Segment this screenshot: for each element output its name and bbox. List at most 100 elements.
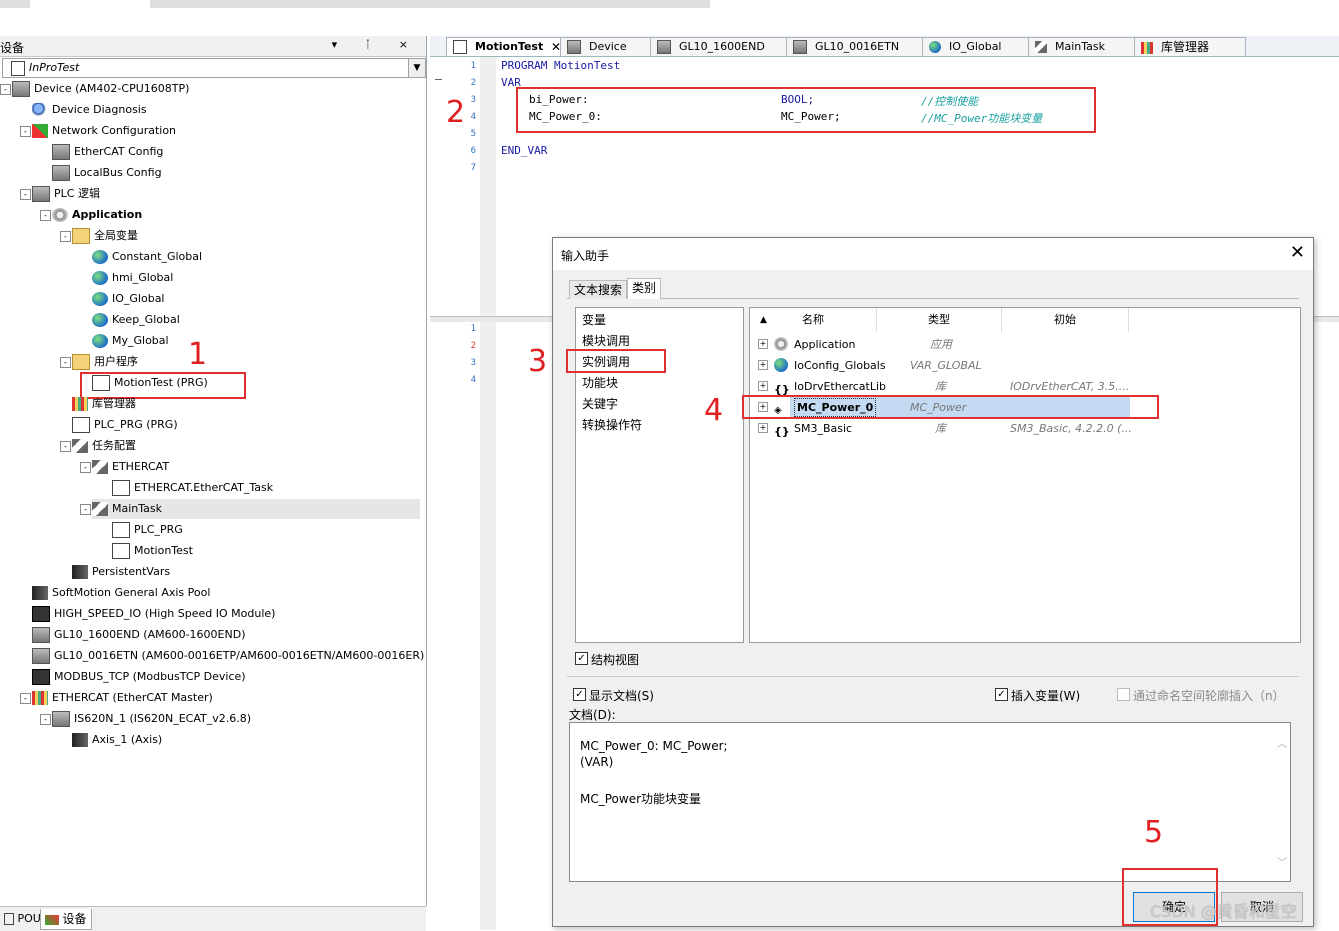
tree-item[interactable]: - 全局变量 (60, 226, 138, 246)
annotation-number-4: 4 (704, 393, 724, 428)
chevron-down-icon[interactable]: ﹀ (1277, 854, 1287, 869)
show-doc-checkbox[interactable]: ✓ (573, 688, 586, 701)
task-icon (92, 502, 108, 516)
tab-io-global[interactable]: IO_Global (922, 37, 1034, 56)
tab-library-manager[interactable]: 库管理器 (1134, 37, 1246, 56)
tree-item[interactable]: My_Global (92, 331, 169, 351)
expand-icon[interactable]: + (758, 339, 768, 349)
instance-grid: ▲ 名称 类型 初始 + Application 应用 + IoConfig_G… (749, 307, 1301, 643)
collapse-icon[interactable]: - (60, 441, 71, 452)
tree-item-label: MotionTest (PRG) (114, 376, 208, 389)
tree-item-label: Device Diagnosis (52, 103, 147, 116)
tree-item[interactable]: SoftMotion General Axis Pool (32, 583, 210, 603)
tab-motiontest[interactable]: MotionTest ✕ (446, 37, 566, 56)
tree-item[interactable]: PLC_PRG (PRG) (72, 415, 178, 435)
tree-item[interactable]: - 任务配置 (60, 436, 136, 456)
device-icon (793, 40, 807, 54)
globe-icon (929, 41, 941, 53)
tree-item-label: Device (AM402-CPU1608TP) (34, 82, 190, 95)
chevron-up-icon[interactable]: ︿ (1277, 735, 1287, 750)
collapse-icon[interactable]: - (20, 126, 31, 137)
tab-gl10-1600end[interactable]: GL10_1600END (650, 37, 792, 56)
column-init-header[interactable]: 初始 (1002, 308, 1129, 332)
category-module-calls[interactable]: 模块调用 (582, 331, 630, 351)
tree-item[interactable]: - Device (AM402-CPU1608TP) (0, 79, 190, 99)
collapse-icon[interactable]: - (60, 231, 71, 242)
fold-gutter (480, 57, 496, 317)
tab-device[interactable]: Device (560, 37, 656, 56)
tree-item[interactable]: IO_Global (92, 289, 165, 309)
fold-collapse-icon[interactable] (435, 79, 442, 80)
tree-item[interactable]: - Network Configuration (20, 121, 176, 141)
tree-item[interactable]: - MainTask (80, 499, 420, 519)
network-icon (32, 124, 48, 138)
table-row[interactable]: + {} IoDrvEthercatLib 库 IODrvEtherCAT, 3… (750, 376, 1300, 397)
tree-item[interactable]: HIGH_SPEED_IO (High Speed IO Module) (32, 604, 275, 624)
column-type-header[interactable]: 类型 (877, 308, 1002, 332)
project-combo[interactable]: InProTest ▼ (2, 58, 426, 78)
show-doc-label: 显示文档(S) (589, 689, 654, 703)
folder-icon (72, 354, 90, 370)
tree-item[interactable]: - IS620N_1 (IS620N_ECAT_v2.6.8) (40, 709, 251, 729)
program-call-icon (112, 480, 130, 496)
watermark: CSDN @黄昏和星空 (1150, 902, 1297, 921)
expand-icon[interactable]: + (758, 381, 768, 391)
tree-item[interactable]: PersistentVars (72, 562, 170, 582)
tree-item[interactable]: PLC_PRG (112, 520, 183, 540)
collapse-icon[interactable]: - (60, 357, 71, 368)
tree-item[interactable]: hmi_Global (92, 268, 173, 288)
table-row[interactable]: + Application 应用 (750, 334, 1300, 355)
collapse-icon[interactable]: - (80, 504, 91, 515)
doc-scrollbar[interactable]: ︿ ﹀ (1274, 723, 1290, 881)
tree-item[interactable]: - PLC 逻辑 (20, 184, 100, 204)
tree-item[interactable]: - Application (40, 205, 142, 225)
table-row[interactable]: + {} SM3_Basic 库 SM3_Basic, 4.2.2.0 (... (750, 418, 1300, 439)
tree-item[interactable]: MotionTest (112, 541, 193, 561)
tab-categories[interactable]: 类别 (627, 278, 662, 299)
table-row[interactable]: + IoConfig_Globals VAR_GLOBAL (750, 355, 1300, 376)
tree-item-label: ETHERCAT.EtherCAT_Task (134, 481, 274, 494)
tree-item[interactable]: Constant_Global (92, 247, 202, 267)
column-name-header[interactable]: ▲ 名称 (750, 308, 877, 332)
category-keywords[interactable]: 关键字 (582, 394, 618, 414)
tab-text-search[interactable]: 文本搜索 (569, 280, 628, 299)
tree-item-label: IO_Global (112, 292, 165, 305)
tab-gl10-0016etn[interactable]: GL10_0016ETN (786, 37, 928, 56)
collapse-icon[interactable]: - (40, 210, 51, 221)
insert-variable-checkbox[interactable]: ✓ (995, 688, 1008, 701)
category-variables[interactable]: 变量 (582, 310, 606, 330)
tab-maintask[interactable]: MainTask (1028, 37, 1140, 56)
tree-item[interactable]: - ETHERCAT (80, 457, 169, 477)
tree-item[interactable]: Device Diagnosis (32, 100, 147, 120)
tree-item[interactable]: Axis_1 (Axis) (72, 730, 162, 750)
tree-item[interactable]: EtherCAT Config (52, 142, 163, 162)
tree-item[interactable]: - 用户程序 (60, 352, 138, 372)
chevron-down-icon[interactable]: ▼ (408, 59, 425, 77)
tree-item[interactable]: LocalBus Config (52, 163, 162, 183)
collapse-icon[interactable]: - (20, 693, 31, 704)
tree-item[interactable]: MotionTest (PRG) (92, 373, 208, 393)
namespace-insert-checkbox[interactable] (1117, 688, 1130, 701)
tree-item[interactable]: - ETHERCAT (EtherCAT Master) (20, 688, 213, 708)
expand-icon[interactable]: + (758, 360, 768, 370)
collapse-icon[interactable]: - (20, 189, 31, 200)
collapse-icon[interactable]: - (40, 714, 51, 725)
tree-item-label: 任务配置 (92, 439, 136, 452)
device-icon (12, 81, 30, 97)
tree-item[interactable]: GL10_1600END (AM600-1600END) (32, 625, 246, 645)
close-icon[interactable]: ✕ (1290, 242, 1305, 263)
tree-item[interactable]: Keep_Global (92, 310, 180, 330)
panel-pin-buttons[interactable]: ▾ ᛙ × (332, 38, 420, 51)
tree-item[interactable]: 库管理器 (72, 394, 136, 414)
tree-item[interactable]: ETHERCAT.EtherCAT_Task (112, 478, 273, 498)
tab-devices[interactable]: 设备 (40, 909, 92, 930)
collapse-icon[interactable]: - (80, 462, 91, 473)
category-function-blocks[interactable]: 功能块 (582, 373, 618, 393)
expand-icon[interactable]: + (758, 423, 768, 433)
structured-view-checkbox[interactable]: ✓ (575, 652, 588, 665)
category-conversion-operators[interactable]: 转换操作符 (582, 415, 642, 435)
tree-item[interactable]: GL10_0016ETN (AM600-0016ETP/AM600-0016ET… (32, 646, 424, 666)
collapse-icon[interactable]: - (0, 84, 11, 95)
device-panel-header: 设备 ▾ ᛙ × (0, 36, 426, 57)
tree-item[interactable]: MODBUS_TCP (ModbusTCP Device) (32, 667, 246, 687)
